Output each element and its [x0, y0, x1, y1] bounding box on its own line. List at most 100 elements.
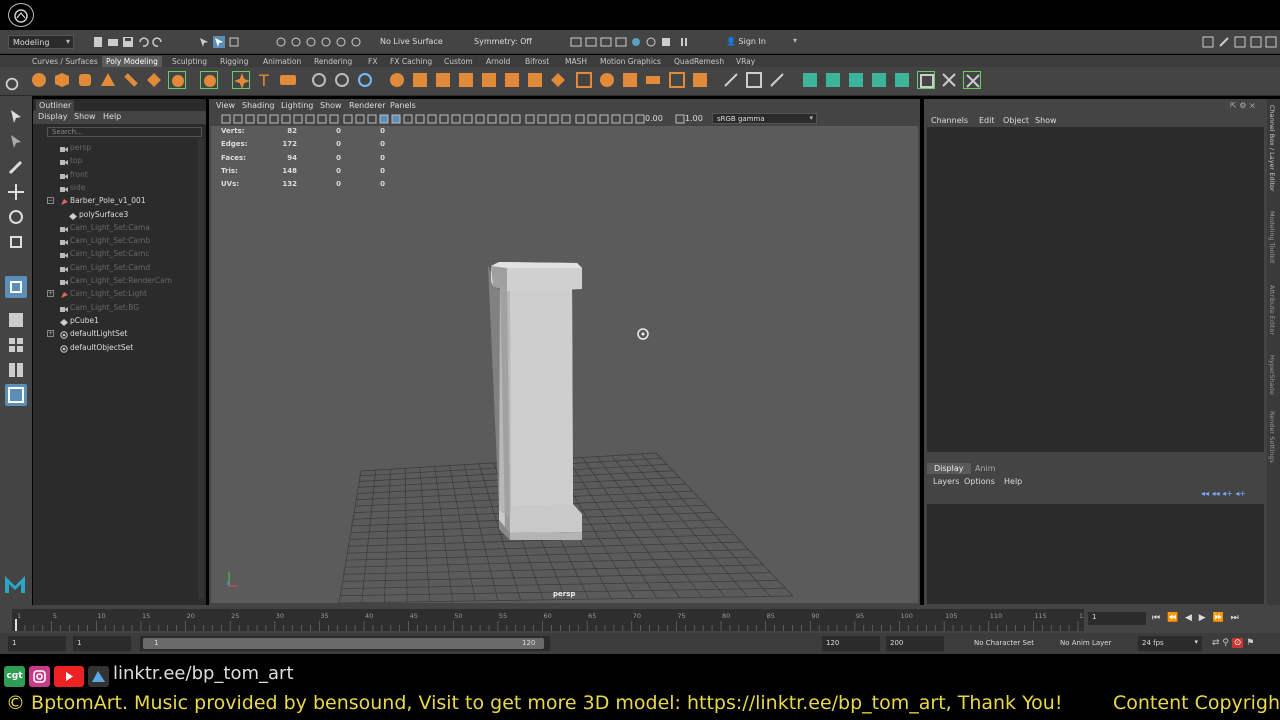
bookmarks-icon[interactable]	[245, 114, 255, 124]
layer-tab-display[interactable]: Display	[927, 463, 971, 474]
anim-layer-dropdown[interactable]: No Anim Layer	[1056, 636, 1132, 651]
uv-layout-icon[interactable]	[824, 71, 842, 89]
backface-culling-icon[interactable]	[549, 114, 559, 124]
vray-render-icon[interactable]	[660, 36, 672, 48]
layer-buttons[interactable]: ◂◂ ◂◂ ◂+ ◂+	[1201, 489, 1261, 499]
collapse-icon[interactable]	[526, 71, 544, 89]
redo-icon[interactable]	[152, 36, 164, 48]
range-slider[interactable]: 1 120	[140, 636, 550, 651]
motion-blur-icon[interactable]	[463, 114, 473, 124]
shelf-tab-animation[interactable]: Animation	[259, 56, 305, 67]
platonic-solid-icon[interactable]	[200, 71, 218, 89]
grid-icon[interactable]	[293, 114, 303, 124]
color-manage-icon[interactable]	[599, 114, 609, 124]
multi-cut-icon[interactable]	[575, 71, 593, 89]
layer-tab-anim[interactable]: Anim	[971, 463, 1000, 474]
smooth-icon[interactable]	[356, 71, 374, 89]
select-camera-icon[interactable]	[221, 114, 231, 124]
anim-end-field[interactable]: 120	[822, 636, 880, 651]
shelf-tab-custom[interactable]: Custom	[440, 56, 477, 67]
cgtrader-logo[interactable]: cgt	[4, 666, 25, 687]
layer-menu-help[interactable]: Help	[1004, 477, 1022, 486]
open-scene-icon[interactable]	[107, 36, 119, 48]
collapse-icon[interactable]: −	[47, 197, 54, 205]
render-view-icon[interactable]	[615, 36, 627, 48]
poly-disc-icon[interactable]	[168, 71, 186, 89]
uv-cylindrical-icon[interactable]	[870, 71, 888, 89]
textured-icon[interactable]	[415, 114, 425, 124]
two-pane-layout-icon[interactable]	[5, 359, 27, 381]
undo-icon[interactable]	[137, 36, 149, 48]
use-all-lights-icon[interactable]	[427, 114, 437, 124]
channel-menu-show[interactable]: Show	[1035, 116, 1057, 125]
gate-mask-icon[interactable]	[329, 114, 339, 124]
select-component-icon[interactable]	[228, 36, 240, 48]
outliner-item[interactable]: + defaultLightSet	[33, 327, 198, 340]
side-tab-modeling-toolkit[interactable]: Modeling Toolkit	[1268, 211, 1276, 263]
uv-planar-icon[interactable]	[847, 71, 865, 89]
select-tool-icon[interactable]	[5, 106, 27, 128]
viewport-menu-renderer[interactable]: Renderer	[349, 101, 386, 110]
shelf-tab-arnold[interactable]: Arnold	[482, 56, 514, 67]
poly-cone-icon[interactable]	[99, 71, 117, 89]
bridge-icon[interactable]	[411, 71, 429, 89]
viewport-menu-panels[interactable]: Panels	[390, 101, 416, 110]
uv-snapshot-icon[interactable]	[917, 71, 935, 89]
outliner-item[interactable]: pCube1	[33, 314, 198, 327]
shelf-tab-rigging[interactable]: Rigging	[216, 56, 252, 67]
poly-torus-icon[interactable]	[122, 71, 140, 89]
isolate-select-icon[interactable]	[499, 114, 509, 124]
shelf-tab-fx-caching[interactable]: FX Caching	[386, 56, 436, 67]
four-pane-layout-icon[interactable]	[5, 334, 27, 356]
tool-settings-icon[interactable]	[1250, 36, 1262, 48]
last-tool-icon[interactable]	[5, 276, 27, 298]
anim-start-field[interactable]: 1	[73, 636, 131, 651]
separate-icon[interactable]	[333, 71, 351, 89]
outliner-item[interactable]: front	[33, 168, 198, 181]
linktree-link[interactable]: linktr.ee/bp_tom_art	[113, 663, 294, 684]
viewport-menu-lighting[interactable]: Lighting	[281, 101, 313, 110]
side-tab-attribute-editor[interactable]: Attribute Editor	[1268, 285, 1276, 335]
side-tab-render-settings[interactable]: Render Settings	[1268, 411, 1276, 463]
exposure-value[interactable]: 0.00	[645, 114, 663, 123]
attribute-editor-icon[interactable]	[1234, 36, 1246, 48]
outliner-item[interactable]: polySurface3	[33, 208, 198, 221]
save-scene-icon[interactable]	[122, 36, 134, 48]
camera-attributes-icon[interactable]	[233, 114, 243, 124]
snap-view-icon[interactable]	[320, 36, 332, 48]
workspace-icon[interactable]	[1202, 36, 1214, 48]
uv-grid-icon[interactable]	[940, 71, 958, 89]
poly-cube-icon[interactable]	[53, 71, 71, 89]
quad-draw-icon[interactable]	[668, 71, 686, 89]
snap-surface-icon[interactable]	[335, 36, 347, 48]
snap-point-icon[interactable]	[305, 36, 317, 48]
outliner-item[interactable]: Cam_Light_Set:Cama	[33, 221, 198, 234]
pause-icon[interactable]	[678, 36, 690, 48]
outliner-layout-icon[interactable]	[5, 384, 27, 406]
outliner-menu-help[interactable]: Help	[103, 112, 121, 121]
poly-sphere-icon[interactable]	[30, 71, 48, 89]
outliner-item[interactable]: top	[33, 154, 198, 167]
shelf-tab-sculpting[interactable]: Sculpting	[168, 56, 211, 67]
shelf-tab-fx[interactable]: FX	[364, 56, 381, 67]
lasso-tool-icon[interactable]	[5, 131, 27, 153]
default-material-icon[interactable]	[403, 114, 413, 124]
shelf-menu-icon[interactable]	[3, 75, 19, 91]
depth-of-field-icon[interactable]	[487, 114, 497, 124]
pillar-mesh[interactable]	[488, 262, 582, 540]
uv-spherical-icon[interactable]	[893, 71, 911, 89]
hypershade-icon[interactable]	[630, 36, 642, 48]
film-gate-icon[interactable]	[305, 114, 315, 124]
side-tab-channel-box[interactable]: Channel Box / Layer Editor	[1268, 105, 1276, 192]
outliner-item[interactable]: + Cam_Light_Set:Light	[33, 287, 198, 300]
poly-plane-icon[interactable]	[145, 71, 163, 89]
shelf-tab-vray[interactable]: VRay	[732, 56, 759, 67]
grease-pencil-icon[interactable]	[269, 114, 279, 124]
outliner-item[interactable]: Cam_Light_Set:Camc	[33, 247, 198, 260]
render-settings-icon[interactable]	[570, 36, 582, 48]
resolution-gate-icon[interactable]	[317, 114, 327, 124]
uv-unfold-icon[interactable]	[801, 71, 819, 89]
scale-tool-icon[interactable]	[5, 231, 27, 253]
soft-select-icon[interactable]	[722, 71, 740, 89]
uv-editor-icon[interactable]	[745, 71, 763, 89]
